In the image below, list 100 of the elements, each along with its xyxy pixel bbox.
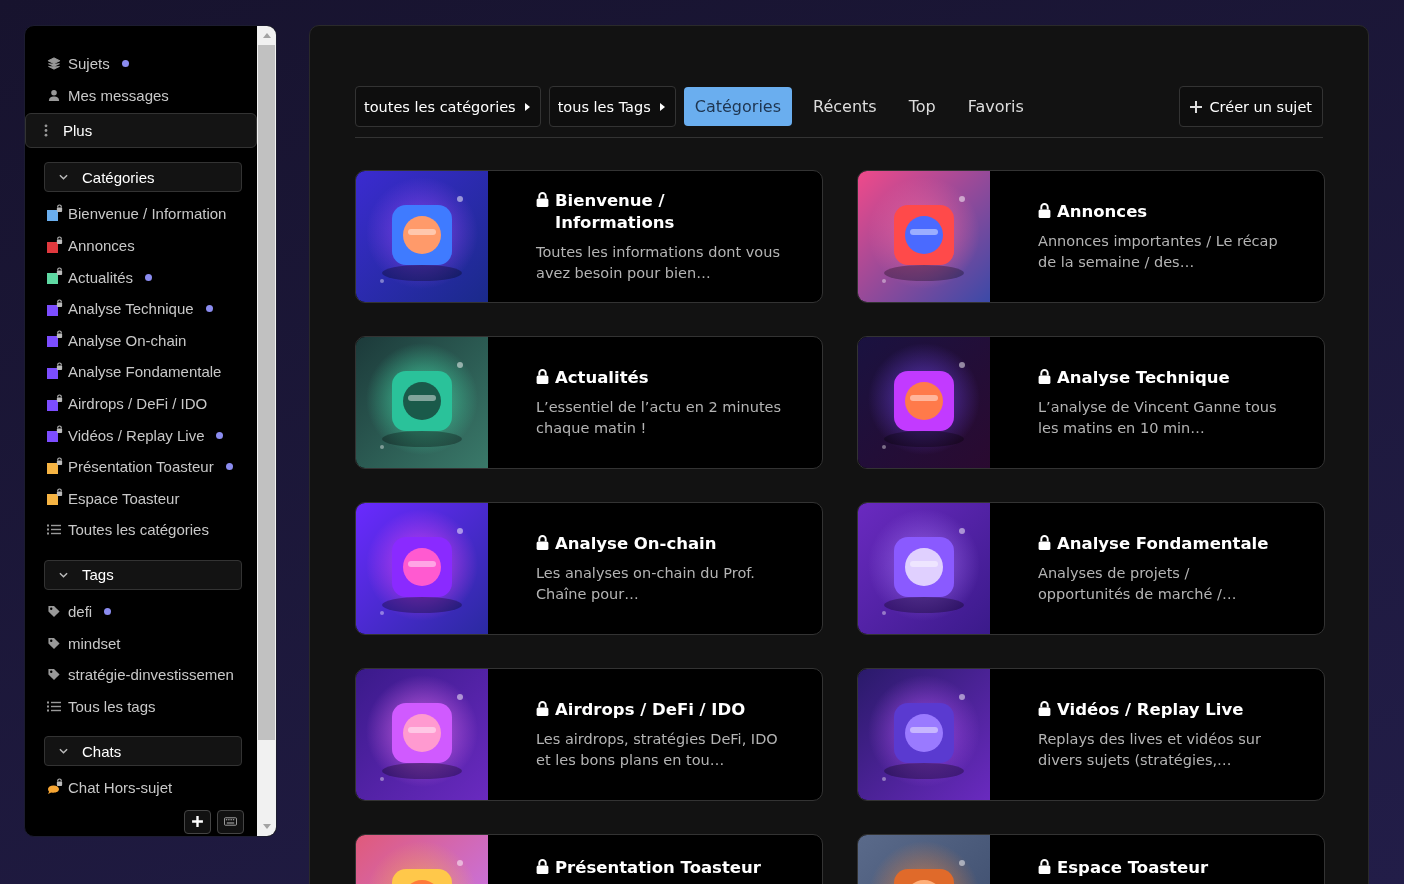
sidebar-item[interactable]: Bienvenue / Information bbox=[25, 198, 257, 230]
sidebar-item[interactable]: defi bbox=[25, 595, 257, 628]
card-title: Analyse On-chain bbox=[555, 532, 717, 555]
card-description: Replays des lives et vidéos sur divers sujets (stratégies,… bbox=[1038, 729, 1262, 770]
tag-icon bbox=[47, 605, 61, 618]
sidebar-item[interactable]: Analyse Fondamentale bbox=[25, 356, 257, 388]
nav-tab[interactable]: Top bbox=[897, 87, 947, 126]
list-icon bbox=[47, 699, 61, 713]
section-header[interactable]: Catégories bbox=[44, 162, 242, 193]
user-icon bbox=[47, 88, 61, 102]
nav-tab[interactable]: Favoris bbox=[956, 87, 1035, 126]
lock-icon bbox=[56, 204, 63, 212]
sidebar-item-label: Tous les tags bbox=[68, 697, 156, 715]
chat-bubble-icon bbox=[47, 783, 60, 795]
layers-icon bbox=[47, 57, 61, 71]
section-header[interactable]: Tags bbox=[44, 559, 242, 590]
keyboard-icon bbox=[224, 817, 237, 827]
filter-dropdown[interactable]: toutes les catégories bbox=[355, 86, 541, 127]
card-description: L’analyse de Vincent Ganne tous les matins en 10 min… bbox=[1038, 397, 1278, 438]
filter-dropdown[interactable]: tous les Tags bbox=[548, 86, 676, 127]
nav-tab[interactable]: Récents bbox=[802, 87, 888, 126]
sidebar-item-label: Analyse Fondamentale bbox=[68, 363, 222, 381]
sidebar-item[interactable]: Toutes les catégories bbox=[25, 514, 257, 546]
lock-icon bbox=[56, 777, 63, 786]
sidebar-item[interactable]: Sujets bbox=[25, 48, 257, 80]
sidebar-item-label: Analyse Technique bbox=[68, 300, 194, 318]
card-title: Analyse Technique bbox=[1057, 366, 1230, 389]
keyboard-button[interactable] bbox=[217, 809, 244, 834]
sidebar-item-label: stratégie-dinvestissemen bbox=[68, 666, 234, 684]
sidebar-item[interactable]: Analyse Technique bbox=[25, 292, 257, 325]
card-description: Analyses de projets / opportunités de marché /… bbox=[1038, 563, 1238, 604]
category-card[interactable]: Analyse On-chain Les analyses on-chain du Prof. Chaîne pour… bbox=[355, 502, 823, 635]
sidebar-item[interactable]: stratégie-dinvestissemen bbox=[25, 658, 257, 691]
sidebar-item[interactable]: Actualités bbox=[25, 261, 257, 293]
list-icon bbox=[47, 523, 61, 537]
card-title: Analyse Fondamentale bbox=[1057, 532, 1269, 555]
tag-icon bbox=[47, 636, 61, 650]
sidebar-item[interactable]: Mes messages bbox=[25, 79, 257, 112]
category-card[interactable]: Analyse Fondamentale Analyses de projets / opportunités de marché /… bbox=[857, 502, 1325, 635]
sidebar-item-label: Bienvenue / Information bbox=[68, 205, 227, 223]
sidebar-item[interactable]: mindset bbox=[25, 627, 257, 659]
scrollbar[interactable] bbox=[257, 26, 276, 836]
plus-icon bbox=[191, 815, 204, 829]
category-card[interactable]: Analyse Technique L’analyse de Vincent Ganne tous les matins en 10 min… bbox=[857, 336, 1325, 469]
card-description: Annonces importantes / Le récap de la semaine / des… bbox=[1038, 231, 1279, 272]
sidebar-item-label: Airdrops / DeFi / IDO bbox=[68, 395, 208, 413]
lock-icon bbox=[56, 330, 63, 339]
lock-icon bbox=[56, 267, 63, 276]
card-title: Présentation Toasteur bbox=[555, 857, 761, 879]
category-card[interactable]: Bienvenue / Informations Toutes les informations dont vous avez besoin pour bien… bbox=[355, 170, 823, 303]
lock-icon bbox=[56, 425, 63, 434]
caret-icon bbox=[524, 102, 530, 111]
card-title: Actualités bbox=[555, 366, 649, 389]
sidebar-item-label: mindset bbox=[68, 634, 121, 652]
lock-icon bbox=[56, 235, 63, 244]
chevron-icon bbox=[59, 174, 68, 181]
create-topic-button[interactable]: Créer un sujet bbox=[1179, 86, 1323, 127]
add-button[interactable] bbox=[184, 809, 211, 834]
card-description: L’essentiel de l’actu en 2 minutes chaque matin ! bbox=[536, 397, 782, 438]
sidebar-item-label: Vidéos / Replay Live bbox=[68, 426, 205, 444]
category-card[interactable]: Présentation Toasteur bbox=[355, 834, 823, 884]
chevron-icon bbox=[59, 571, 68, 578]
chevron-icon bbox=[59, 748, 68, 755]
sidebar-item[interactable]: Chat Hors-sujet bbox=[25, 772, 257, 804]
more-button[interactable]: Plus bbox=[25, 113, 257, 149]
tag-icon bbox=[47, 668, 61, 682]
sidebar-item-label: Toutes les catégories bbox=[68, 521, 209, 539]
card-title: Airdrops / DeFi / IDO bbox=[555, 698, 746, 721]
sidebar-item-label: Présentation Toasteur bbox=[68, 458, 214, 476]
section-header[interactable]: Chats bbox=[44, 736, 242, 767]
category-card[interactable]: Vidéos / Replay Live Replays des lives et vidéos sur divers sujets (stratégies,… bbox=[857, 668, 1325, 801]
category-card[interactable]: Espace Toasteur bbox=[857, 834, 1325, 884]
sidebar-item-label: Mes messages bbox=[68, 86, 169, 104]
sidebar-item-label: Chat Hors-sujet bbox=[68, 779, 173, 797]
sidebar-item[interactable]: Présentation Toasteur bbox=[25, 450, 257, 483]
category-card[interactable]: Airdrops / DeFi / IDO Les airdrops, stratégies DeFi, IDO et les bons plans en tou… bbox=[355, 668, 823, 801]
sidebar-item[interactable]: Vidéos / Replay Live bbox=[25, 419, 257, 451]
category-card[interactable]: Annonces Annonces importantes / Le récap de la semaine / des… bbox=[857, 170, 1325, 303]
sidebar-item[interactable]: Tous les tags bbox=[25, 690, 257, 723]
sidebar-item[interactable]: Airdrops / DeFi / IDO bbox=[25, 387, 257, 420]
sidebar-item[interactable]: Analyse On-chain bbox=[25, 324, 257, 357]
card-description: Toutes les informations dont vous avez besoin pour bien… bbox=[536, 242, 781, 283]
sidebar-item-label: Analyse On-chain bbox=[68, 331, 187, 349]
card-description: Les airdrops, stratégies DeFi, IDO et les bons plans en tou… bbox=[536, 729, 779, 770]
sidebar-item-label: Espace Toasteur bbox=[68, 489, 180, 507]
card-title: Annonces bbox=[1057, 200, 1148, 223]
lock-icon bbox=[56, 456, 63, 465]
sidebar-item-label: defi bbox=[68, 603, 93, 620]
lock-icon bbox=[56, 488, 63, 497]
sidebar-item-label: Actualités bbox=[68, 268, 134, 286]
lock-icon bbox=[56, 361, 63, 370]
nav-tab[interactable]: Catégories bbox=[683, 87, 792, 126]
sidebar-item[interactable]: Espace Toasteur bbox=[25, 482, 257, 515]
more-icon bbox=[44, 124, 48, 138]
card-title: Espace Toasteur bbox=[1057, 857, 1209, 879]
sidebar-item-label: Sujets bbox=[68, 55, 110, 73]
sidebar-item[interactable]: Annonces bbox=[25, 229, 257, 262]
plus-icon bbox=[1190, 100, 1203, 113]
category-card[interactable]: Actualités L’essentiel de l’actu en 2 minutes chaque matin ! bbox=[355, 336, 823, 469]
lock-icon bbox=[56, 393, 63, 402]
